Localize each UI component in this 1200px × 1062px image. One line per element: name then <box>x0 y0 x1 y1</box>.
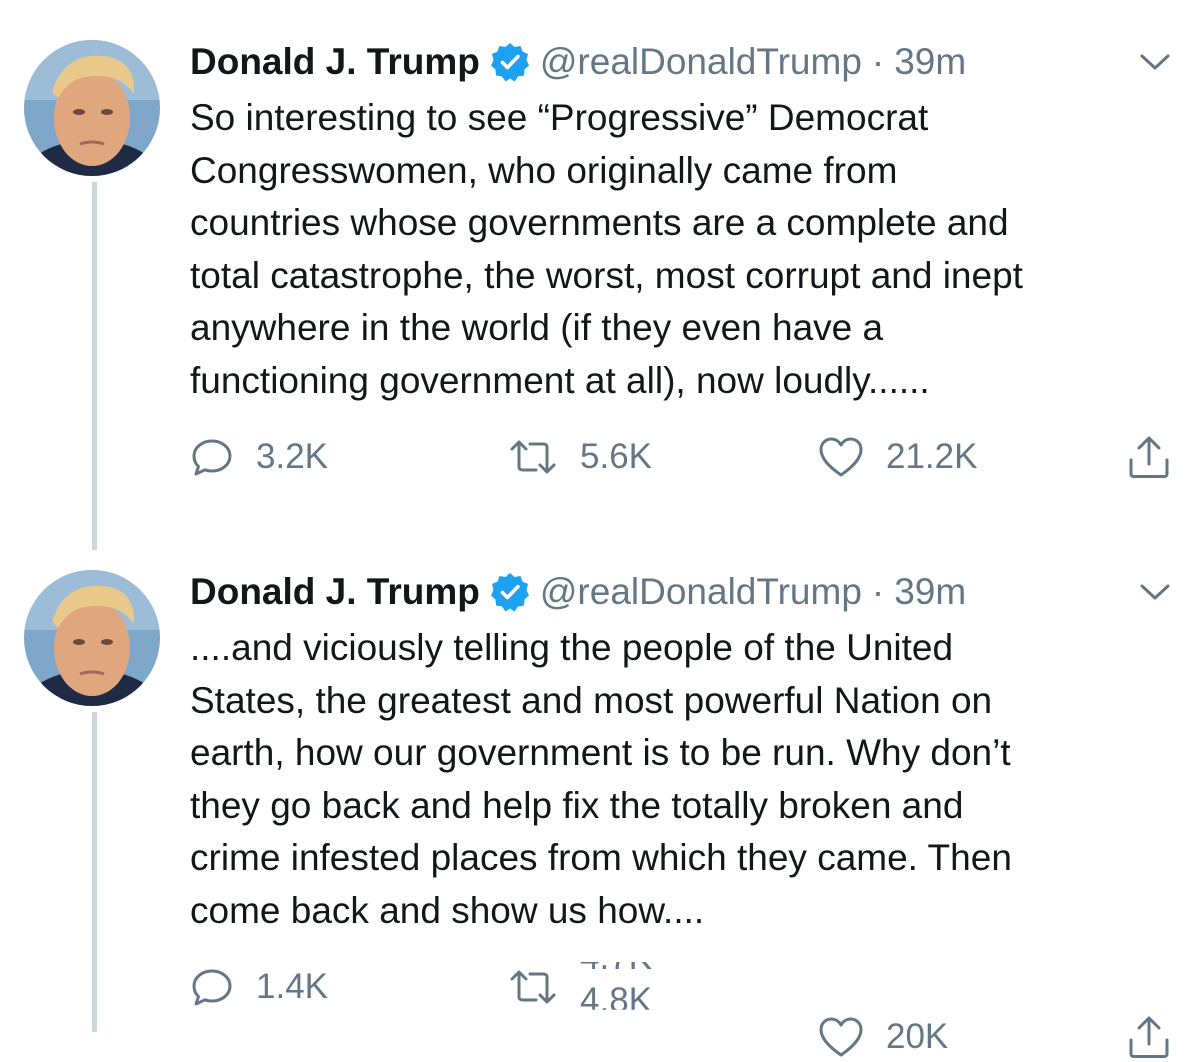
separator-dot: · <box>871 41 885 82</box>
reply-icon <box>192 439 232 476</box>
retweet-icon <box>510 970 556 1004</box>
tweet-text-line: total catastrophe, the worst, most corru… <box>190 254 1023 296</box>
like-count: 21.2K <box>886 437 978 476</box>
verified-badge-icon <box>490 572 530 612</box>
tweet-text-line: anywhere in the world (if they even have… <box>190 307 884 348</box>
author-handle[interactable]: @realDonaldTrump <box>540 41 862 83</box>
verified-badge-icon <box>490 42 530 82</box>
timestamp[interactable]: 39m <box>894 571 966 613</box>
tweet[interactable]: Donald J. Trump @realDonaldTrump · 39m .… <box>0 530 1200 1058</box>
heart-icon <box>819 437 863 477</box>
like-count: 20K <box>886 1017 949 1056</box>
author-handle[interactable]: @realDonaldTrump <box>540 571 862 613</box>
tweet-text-line: ....and viciously telling the people of … <box>190 627 954 668</box>
separator-dot: · <box>871 571 885 612</box>
retweet-icon <box>510 440 556 474</box>
share-icon <box>1129 1016 1169 1058</box>
share-button[interactable] <box>1126 432 1172 482</box>
tweet-text-line: So interesting to see “Progressive” Demo… <box>190 97 929 138</box>
tweet-text-line: countries whose governments are a comple… <box>190 202 1009 243</box>
author-name[interactable]: Donald J. Trump <box>190 571 480 613</box>
retweet-count: 4.8K <box>580 981 652 1020</box>
chevron-down-icon[interactable] <box>1138 580 1172 604</box>
reply-button[interactable]: 3.2K <box>190 432 328 482</box>
reply-count: 1.4K <box>256 967 328 1006</box>
tweet-actions: 3.2K 5.6K 21.2K <box>0 432 1200 482</box>
tweet-text-line: they go back and help fix the totally br… <box>190 784 964 826</box>
retweet-count-transition: 4.7K <box>580 938 652 977</box>
retweet-button[interactable]: 5.6K <box>508 432 652 482</box>
like-button[interactable]: 20K <box>818 1012 948 1062</box>
retweet-count: 5.6K <box>580 437 652 476</box>
tweet-text: ....and viciously telling the people of … <box>190 622 1180 937</box>
tweet-text-line: come back and show us how.... <box>190 889 705 931</box>
tweet-text-line: crime infested places from which they ca… <box>190 837 1012 878</box>
author-name[interactable]: Donald J. Trump <box>190 41 480 83</box>
tweet-text-line: functioning government at all), now loud… <box>190 359 930 401</box>
timestamp[interactable]: 39m <box>894 41 966 83</box>
tweet-text-line: earth, how our government is to be run. … <box>190 732 1011 773</box>
tweet-actions: 1.4K 4.7K 4.8K 20K <box>0 962 1200 1058</box>
reply-icon <box>192 969 232 1006</box>
tweet-text: So interesting to see “Progressive” Demo… <box>190 92 1180 407</box>
avatar[interactable] <box>24 570 160 706</box>
retweet-button[interactable]: 4.7K 4.8K <box>508 962 1200 1012</box>
chevron-down-icon[interactable] <box>1138 50 1172 74</box>
tweet-text-line: States, the greatest and most powerful N… <box>190 679 993 721</box>
share-button[interactable] <box>1126 1012 1172 1062</box>
tweet-header: Donald J. Trump @realDonaldTrump · 39m <box>190 40 966 84</box>
avatar[interactable] <box>24 40 160 176</box>
share-icon <box>1129 436 1169 478</box>
tweet[interactable]: Donald J. Trump @realDonaldTrump · 39m S… <box>0 0 1200 520</box>
heart-icon <box>819 1017 863 1057</box>
reply-button[interactable]: 1.4K <box>190 962 328 1012</box>
tweet-header: Donald J. Trump @realDonaldTrump · 39m <box>190 570 966 614</box>
like-button[interactable]: 21.2K <box>818 432 977 482</box>
reply-count: 3.2K <box>256 437 328 476</box>
tweet-text-line: Congresswomen, who originally came from <box>190 149 898 191</box>
